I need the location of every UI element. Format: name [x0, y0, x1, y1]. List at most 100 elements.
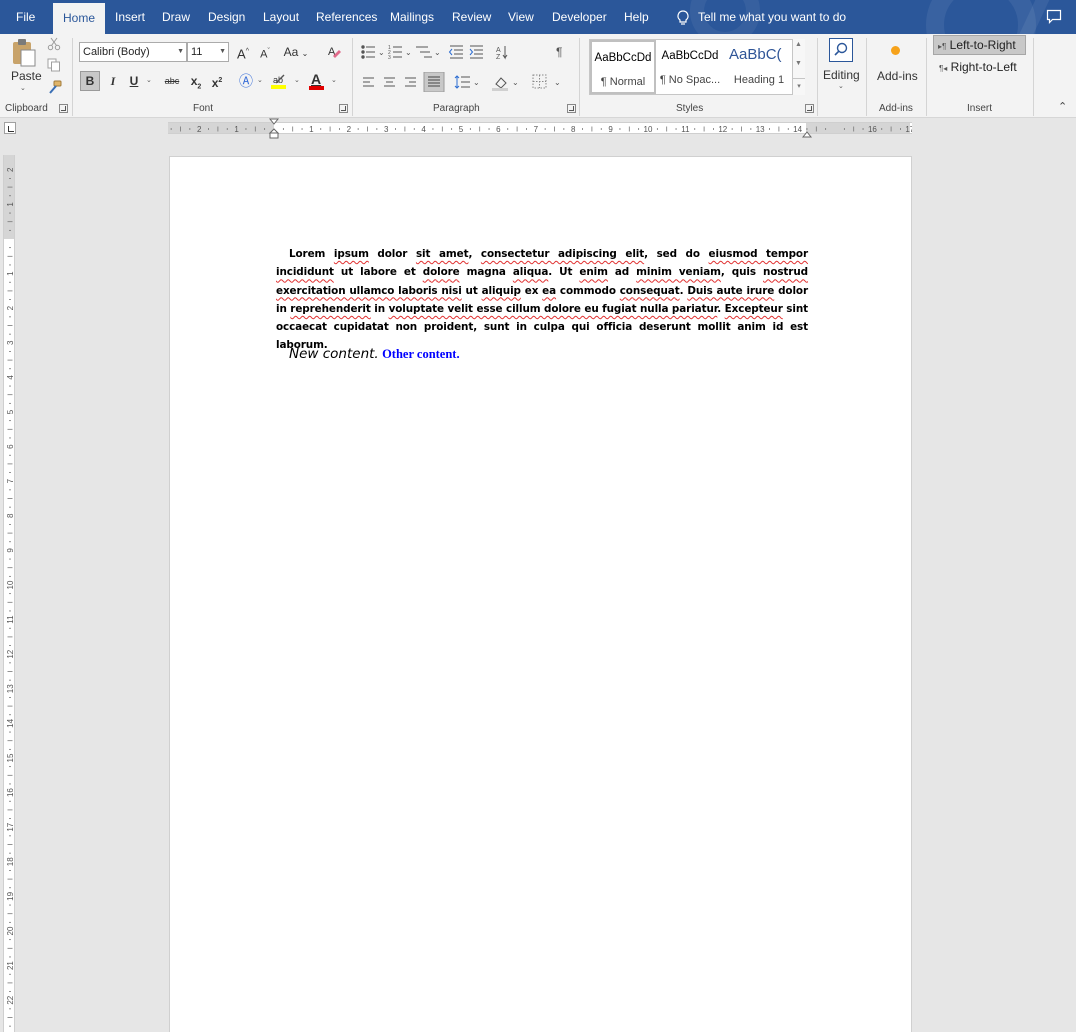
- font-size-field[interactable]: 11 ▼: [187, 42, 229, 62]
- scroll-down-icon[interactable]: ▼: [795, 60, 802, 67]
- editing-button[interactable]: [829, 38, 853, 62]
- subscript-button[interactable]: x2: [186, 71, 206, 91]
- style-normal[interactable]: AaBbCcDd ¶ Normal: [590, 40, 656, 94]
- underline-dropdown-icon[interactable]: ⌄: [146, 76, 152, 84]
- vertical-ruler[interactable]: 2 1 1 2 3 4 5 6 7 8 9 10 11 12 13 14 15 16 17 18 19 20 21 22: [3, 155, 15, 1032]
- ruler-label: 12: [718, 125, 727, 134]
- paragraph-text: ex: [520, 284, 543, 297]
- addins-icon[interactable]: [891, 46, 900, 55]
- align-right-button[interactable]: [402, 72, 420, 92]
- justify-button[interactable]: [424, 72, 444, 92]
- tab-insert[interactable]: Insert: [115, 0, 145, 34]
- ruler-label: 4: [6, 375, 15, 380]
- document-page[interactable]: Lorem ipsum dolor sit amet, consectetur …: [169, 156, 912, 1032]
- other-content-text: Other content.: [382, 347, 460, 361]
- scroll-up-icon[interactable]: ▲: [795, 41, 802, 48]
- paragraph-text: ut: [461, 284, 482, 297]
- comments-button[interactable]: [1046, 9, 1062, 27]
- ruler-label: 22: [6, 995, 15, 1004]
- superscript-button[interactable]: x2: [207, 71, 227, 91]
- increase-indent-button[interactable]: [469, 42, 485, 62]
- styles-more-icon[interactable]: ▾: [793, 78, 805, 94]
- tab-mailings[interactable]: Mailings: [390, 0, 434, 34]
- addins-button[interactable]: Add-ins: [877, 69, 918, 83]
- change-case-button[interactable]: Aa ⌄: [281, 42, 311, 62]
- tab-file[interactable]: File: [16, 0, 35, 34]
- rtl-label: Right-to-Left: [950, 60, 1017, 74]
- numbering-button[interactable]: [388, 42, 404, 62]
- clear-formatting-button[interactable]: A: [327, 44, 343, 63]
- multilevel-list-button[interactable]: [415, 42, 431, 62]
- editing-dropdown-icon[interactable]: ⌄: [838, 82, 844, 90]
- styles-launcher-icon[interactable]: [805, 104, 814, 113]
- tab-review[interactable]: Review: [452, 0, 491, 34]
- bold-button[interactable]: B: [80, 71, 100, 91]
- paragraph-launcher-icon[interactable]: [567, 104, 576, 113]
- highlighter-icon: ab: [271, 74, 286, 89]
- misspelled-text: aliqua: [512, 266, 549, 279]
- line-spacing-button[interactable]: [454, 72, 482, 92]
- paragraph-text: , quis: [720, 266, 764, 279]
- body-paragraph[interactable]: Lorem ipsum dolor sit amet, consectetur …: [276, 245, 808, 355]
- highlight-color-button[interactable]: ab: [270, 72, 288, 93]
- italic-button[interactable]: I: [103, 71, 123, 91]
- sort-button[interactable]: [494, 42, 508, 62]
- indent-markers[interactable]: [268, 118, 280, 140]
- shrink-font-button[interactable]: Aˇ: [255, 42, 275, 62]
- ruler-label: 15: [6, 753, 15, 762]
- collapse-ribbon-icon[interactable]: ⌃: [1058, 100, 1067, 113]
- new-content-line[interactable]: New content. Other content.: [289, 346, 460, 362]
- shading-button[interactable]: [491, 72, 519, 92]
- ruler-label: 3: [6, 340, 15, 345]
- font-name-field[interactable]: Calibri (Body) ▼: [79, 42, 187, 62]
- brush-icon: [49, 80, 62, 94]
- paste-dropdown-icon[interactable]: ⌄: [20, 84, 26, 92]
- new-content-text: New content.: [289, 346, 379, 362]
- bullets-button[interactable]: [360, 42, 376, 62]
- svg-text:⌄: ⌄: [405, 48, 412, 57]
- styles-scroll[interactable]: ▲ ▼ ▾: [792, 39, 805, 95]
- tab-developer[interactable]: Developer: [552, 0, 607, 34]
- align-center-button[interactable]: [381, 72, 399, 92]
- paste-button[interactable]: [12, 38, 36, 71]
- align-left-button[interactable]: [360, 72, 378, 92]
- font-launcher-icon[interactable]: [339, 104, 348, 113]
- show-marks-button[interactable]: [554, 42, 568, 62]
- cut-button[interactable]: [47, 37, 61, 54]
- highlight-dropdown-icon[interactable]: ⌄: [294, 76, 300, 84]
- tab-design[interactable]: Design: [208, 0, 245, 34]
- font-color-dropdown-icon[interactable]: ⌄: [331, 76, 337, 84]
- tab-view[interactable]: View: [508, 0, 534, 34]
- copy-button[interactable]: [47, 58, 61, 75]
- separator: [579, 38, 580, 116]
- borders-button[interactable]: [532, 72, 564, 92]
- tab-home[interactable]: Home: [53, 3, 106, 34]
- ruler-label: 4: [421, 125, 426, 134]
- text-effects-button[interactable]: Ⓐ: [236, 71, 256, 91]
- tab-draw[interactable]: Draw: [162, 0, 190, 34]
- ruler-label: 10: [644, 125, 653, 134]
- style-no-spacing[interactable]: AaBbCcDd ¶ No Spac...: [656, 40, 724, 94]
- tab-selector-icon[interactable]: [4, 122, 16, 134]
- style-sample: AaBbCcDd: [661, 50, 719, 62]
- ruler-label: 18: [6, 857, 15, 866]
- right-indent-marker[interactable]: [801, 128, 813, 138]
- tab-references[interactable]: References: [316, 0, 377, 34]
- text-effects-dropdown-icon[interactable]: ⌄: [257, 76, 263, 84]
- grow-font-button[interactable]: A^: [233, 42, 253, 62]
- tab-help[interactable]: Help: [624, 0, 649, 34]
- style-heading-1[interactable]: AaBbC( Heading 1: [726, 40, 792, 94]
- right-to-left-button[interactable]: ¶◂ Right-to-Left: [935, 57, 1026, 77]
- font-name-value: Calibri (Body): [83, 46, 150, 58]
- underline-button[interactable]: U: [124, 71, 144, 91]
- separator: [72, 38, 73, 116]
- clipboard-launcher-icon[interactable]: [59, 104, 68, 113]
- left-to-right-button[interactable]: ▸¶ Left-to-Right: [933, 35, 1026, 55]
- font-color-button[interactable]: A: [308, 71, 326, 94]
- paragraph-text: [325, 248, 334, 260]
- decrease-indent-button[interactable]: [449, 42, 465, 62]
- format-painter-button[interactable]: [47, 80, 63, 97]
- strikethrough-button[interactable]: abc: [160, 71, 184, 91]
- ruler-label: 1: [234, 125, 239, 134]
- tab-layout[interactable]: Layout: [263, 0, 299, 34]
